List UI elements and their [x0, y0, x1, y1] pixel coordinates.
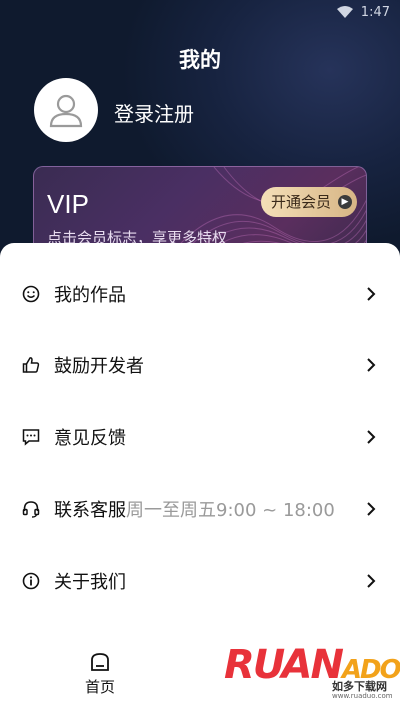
status-bar: 1:47 [0, 0, 400, 24]
chevron-right-icon [367, 287, 376, 301]
wifi-icon [336, 6, 353, 18]
thumbs-up-icon [22, 357, 40, 373]
page-title: 我的 [179, 48, 221, 72]
menu-item-label: 关于我们 [54, 572, 126, 593]
menu-item-feedback[interactable]: 意见反馈 [0, 409, 400, 465]
chevron-right-icon: ▶ [338, 195, 352, 209]
menu-item-label: 意见反馈 [54, 428, 126, 449]
avatar[interactable] [34, 78, 98, 142]
chevron-right-icon [367, 574, 376, 588]
menu-item-customer-service[interactable]: 联系客服周一至周五9:00 ~ 18:00 [0, 481, 400, 537]
menu-item-my-works[interactable]: 我的作品 [0, 266, 400, 322]
user-icon [49, 94, 83, 128]
menu-item-about-us[interactable]: 关于我们 [0, 553, 400, 609]
menu-item-label: 联系客服周一至周五9:00 ~ 18:00 [54, 500, 335, 521]
open-membership-label: 开通会员 [270, 193, 331, 211]
menu-item-label: 我的作品 [54, 285, 126, 306]
open-membership-button[interactable]: 开通会员 ▶ [260, 187, 357, 217]
menu-item-encourage-developer[interactable]: 鼓励开发者 [0, 337, 400, 393]
watermark-url: www.ruaduo.com [332, 692, 393, 700]
service-hours: 周一至周五9:00 ~ 18:00 [126, 500, 335, 521]
vip-title: VIP [47, 189, 89, 219]
chevron-right-icon [367, 430, 376, 444]
chevron-right-icon [367, 502, 376, 516]
smile-icon [22, 285, 40, 303]
tab-home[interactable]: 首页 [60, 652, 140, 702]
feedback-icon [22, 429, 40, 446]
info-icon [22, 572, 40, 590]
status-time: 1:47 [360, 4, 390, 20]
headset-icon [22, 501, 40, 518]
watermark-logo: RUANADO 如多下载网 www.ruaduo.com [224, 642, 400, 704]
home-icon [91, 653, 109, 671]
login-register-link[interactable]: 登录注册 [114, 98, 194, 127]
chevron-right-icon [367, 358, 376, 372]
menu-item-label: 鼓励开发者 [54, 356, 144, 377]
menu-sheet: 我的作品 鼓励开发者 意见反馈 联系客服周一至周五9:00 ~ 18:00 关于… [0, 243, 400, 711]
tab-home-label: 首页 [84, 678, 115, 696]
